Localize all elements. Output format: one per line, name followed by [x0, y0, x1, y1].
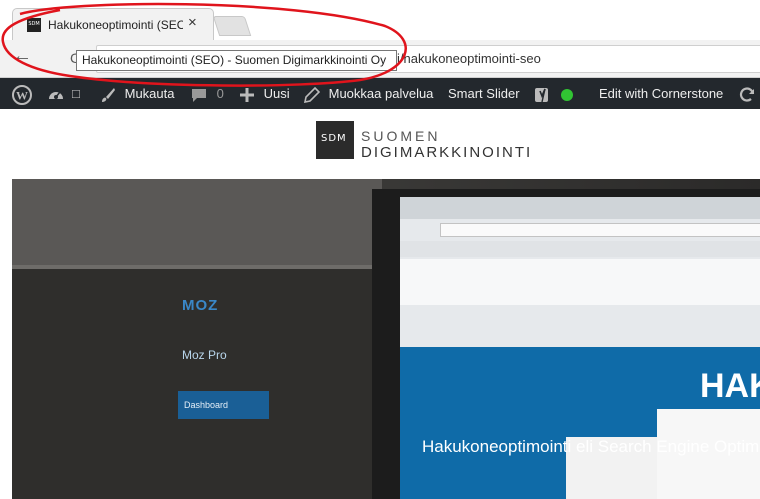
moz-dashboard-label: Dashboard: [178, 391, 269, 419]
wordpress-icon[interactable]: W: [12, 78, 32, 109]
site-header: SDM SUOMEN DIGIMARKKINOINTI: [0, 109, 760, 179]
hero-section: MOZ Moz Pro Dashboard HAK Hakukoneoptimo…: [12, 179, 760, 499]
customize-link[interactable]: Mukauta: [100, 78, 175, 109]
moz-header: [400, 259, 760, 305]
yoast-seo-link[interactable]: [534, 78, 574, 109]
hero-subtitle: Hakukoneoptimointi eli Search Engine Opt…: [422, 437, 760, 456]
dashboard-icon[interactable]: [47, 78, 65, 109]
comments-link[interactable]: 0: [191, 78, 224, 109]
refresh-icon[interactable]: [738, 78, 756, 109]
paintbrush-icon: [102, 87, 115, 102]
browser-tabstrip: SDM Hakukoneoptimointi (SEO ×: [0, 0, 760, 41]
screen-bookmarks-bar: [400, 241, 760, 257]
url-text[interactable]: i/hakukoneoptimointi-seo: [397, 51, 541, 66]
wp-admin-bar: W □ Mukauta 0 Uusi Muokkaa palvelua Smar…: [0, 78, 760, 109]
sdm-logo-mark[interactable]: SDM: [316, 121, 354, 159]
comment-icon: [192, 88, 206, 102]
moz-pro-label: Moz Pro: [182, 348, 227, 362]
customize-label: Mukauta: [124, 86, 175, 101]
pencil-icon: [303, 86, 321, 103]
tab-title: Hakukoneoptimointi (SEO: [48, 18, 183, 32]
plus-icon: [240, 87, 254, 102]
svg-text:W: W: [16, 88, 28, 102]
new-tab-button[interactable]: [212, 16, 252, 36]
smart-slider-link[interactable]: Smart Slider: [448, 78, 520, 109]
site-small-box[interactable]: □: [72, 78, 80, 109]
yoast-icon: [535, 87, 548, 102]
edit-service-link[interactable]: Muokkaa palvelua: [303, 78, 434, 109]
seo-status-dot-icon: [560, 88, 573, 101]
logo-line-2: DIGIMARKKINOINTI: [361, 144, 533, 161]
hero-title: HAK: [700, 367, 760, 405]
browser-tab-active[interactable]: SDM Hakukoneoptimointi (SEO ×: [12, 8, 214, 41]
favicon-text: SDM: [28, 21, 40, 27]
tab-close-icon[interactable]: ×: [188, 15, 197, 31]
logo-line-1: SUOMEN: [361, 128, 441, 144]
new-label: Uusi: [263, 86, 290, 101]
screen-browser-tabs: [400, 197, 760, 219]
edit-service-label: Muokkaa palvelua: [328, 86, 434, 101]
comments-count: 0: [216, 86, 224, 101]
tab-tooltip: Hakukoneoptimointi (SEO) - Suomen Digima…: [76, 50, 397, 71]
edit-with-cornerstone-link[interactable]: Edit with Cornerstone: [599, 78, 723, 109]
back-arrow-icon[interactable]: ←: [12, 46, 32, 66]
new-content-link[interactable]: Uusi: [240, 78, 290, 109]
screen-address-bar: [440, 223, 760, 237]
hero-box-top: [12, 179, 382, 269]
site-favicon-icon: SDM: [27, 18, 41, 32]
moz-logo: MOZ: [182, 297, 219, 314]
logo-mark-text: SDM: [321, 133, 347, 144]
